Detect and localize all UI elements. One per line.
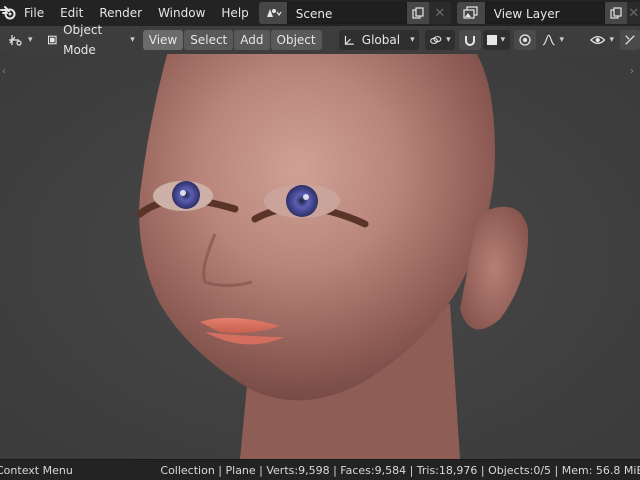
- copy-scene-icon[interactable]: [406, 2, 429, 24]
- proportional-editing-toggle[interactable]: [514, 30, 536, 50]
- menu-object[interactable]: Object: [270, 30, 322, 50]
- pivot-point-selector[interactable]: ▾: [424, 30, 455, 50]
- menu-window[interactable]: Window: [150, 0, 213, 26]
- editor-type-button[interactable]: ▾: [4, 30, 37, 50]
- chevron-down-icon: ▾: [446, 35, 451, 45]
- menu-file[interactable]: File: [16, 0, 52, 26]
- magnet-icon: [464, 36, 475, 46]
- chevron-down-icon: ▾: [500, 35, 506, 45]
- head-model: [136, 54, 529, 459]
- menu-add[interactable]: Add: [234, 30, 270, 50]
- orientation-axis-icon: [344, 35, 354, 45]
- scene-statistics: Collection | Plane | Verts:9,598 | Faces…: [160, 463, 640, 477]
- falloff-curve-icon: [542, 34, 555, 46]
- gizmo-icon: [625, 35, 635, 45]
- viewport-menus: View Select Add Object: [142, 30, 323, 50]
- square-icon: [486, 35, 497, 45]
- orientation-label: Global: [361, 33, 401, 47]
- snap-toggle[interactable]: [458, 30, 481, 50]
- copy-view-layer-icon[interactable]: [604, 2, 627, 24]
- visibility-selector[interactable]: ▾: [586, 30, 618, 50]
- remove-scene-icon[interactable]: ✕: [428, 2, 451, 24]
- editor-type-icon: [9, 35, 22, 46]
- menu-view[interactable]: View: [142, 30, 184, 50]
- eye-icon: [590, 35, 606, 45]
- view-layer-selector: View Layer ✕: [456, 2, 640, 24]
- chevron-down-icon: ▾: [410, 35, 415, 45]
- scene-name-field[interactable]: Scene: [286, 2, 407, 24]
- chevron-down-icon: ▾: [609, 35, 614, 45]
- chevron-down-icon: ▾: [130, 35, 135, 45]
- 3d-viewport[interactable]: ‹ ›: [0, 54, 640, 459]
- proportional-editing-icon: [519, 34, 531, 46]
- transform-orientation-selector[interactable]: Global ▾: [338, 30, 419, 50]
- link-icon: [429, 36, 441, 44]
- menu-help[interactable]: Help: [213, 0, 256, 26]
- menu-select[interactable]: Select: [184, 30, 234, 50]
- viewport-header: ▾ Object Mode ▾ View Select Add Object G…: [0, 23, 640, 57]
- object-mode-icon: [47, 35, 57, 45]
- view-layer-icon[interactable]: [456, 2, 485, 24]
- mode-selector[interactable]: Object Mode ▾: [43, 23, 139, 57]
- snap-element-selector[interactable]: ▾: [482, 30, 510, 50]
- remove-view-layer-icon[interactable]: ✕: [626, 2, 640, 24]
- gizmo-toggle[interactable]: [620, 30, 640, 50]
- chevron-down-icon: ▾: [559, 35, 564, 45]
- status-bar: Context Menu Collection | Plane | Verts:…: [0, 459, 640, 480]
- view-layer-name-field[interactable]: View Layer: [484, 2, 605, 24]
- chevron-down-icon: ▾: [28, 35, 33, 45]
- falloff-selector[interactable]: ▾: [538, 30, 568, 50]
- scene-selector: Scene ✕: [258, 2, 451, 24]
- scene-icon[interactable]: [258, 2, 287, 24]
- blender-logo-icon[interactable]: [0, 0, 16, 26]
- status-context-hint: Context Menu: [0, 463, 73, 477]
